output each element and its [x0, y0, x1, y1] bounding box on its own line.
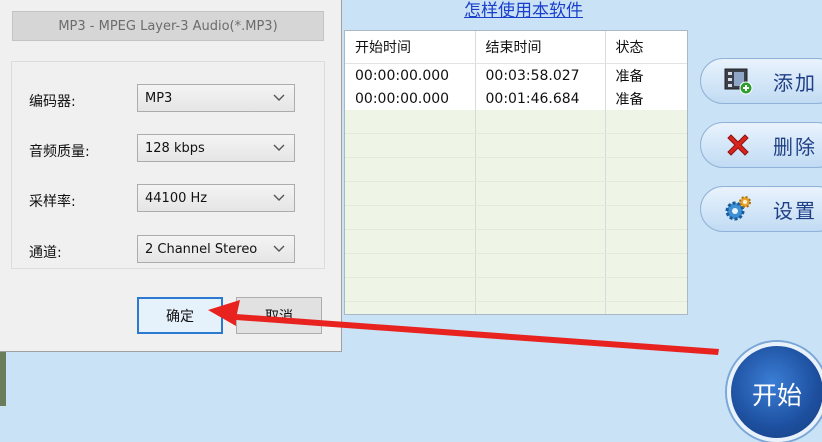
delete-button-label: 删除: [773, 134, 817, 159]
audio-quality-value: 128 kbps: [145, 140, 205, 156]
ok-button[interactable]: 确定: [137, 297, 223, 334]
gear-settings-icon: [721, 194, 755, 224]
background-edge: [0, 350, 6, 406]
empty-row: [345, 301, 687, 314]
settings-button[interactable]: 设置: [700, 186, 822, 232]
chevron-down-icon: [273, 94, 285, 101]
empty-row: [345, 133, 687, 158]
sample-rate-value: 44100 Hz: [145, 190, 208, 206]
empty-row: [345, 277, 687, 302]
sample-rate-label: 采样率:: [29, 194, 76, 210]
empty-row: [345, 253, 687, 278]
empty-row: [345, 181, 687, 206]
output-format-field: MP3 - MPEG Layer-3 Audio(*.MP3): [12, 11, 324, 41]
delete-button[interactable]: 删除: [700, 122, 822, 168]
film-add-icon: [721, 66, 755, 96]
empty-row: [345, 157, 687, 182]
audio-quality-select[interactable]: 128 kbps: [137, 134, 295, 162]
empty-row: [345, 205, 687, 230]
table-row[interactable]: 00:00:00.000 00:03:58.027 准备: [345, 63, 687, 87]
cell-start-time: 00:00:00.000: [345, 87, 476, 110]
encoder-value: MP3: [145, 90, 173, 106]
cell-start-time: 00:00:00.000: [345, 63, 476, 87]
help-link[interactable]: 怎样使用本软件: [464, 0, 583, 21]
cell-status: 准备: [605, 63, 687, 87]
settings-button-label: 设置: [773, 198, 817, 223]
cell-end-time: 00:03:58.027: [475, 63, 606, 87]
table-row[interactable]: 00:00:00.000 00:01:46.684 准备: [345, 87, 687, 110]
file-list-table: 开始时间 结束时间 状态 00:00:00.000 00:03:58.027 准…: [344, 30, 688, 315]
audio-settings-dialog: MP3 - MPEG Layer-3 Audio(*.MP3) 编码器: MP3…: [0, 0, 342, 352]
column-header-status[interactable]: 状态: [605, 31, 687, 64]
cell-end-time: 00:01:46.684: [475, 87, 606, 110]
encoder-label: 编码器:: [29, 94, 76, 110]
chevron-down-icon: [273, 245, 285, 252]
empty-row: [345, 229, 687, 254]
encoder-select[interactable]: MP3: [137, 84, 295, 112]
add-button[interactable]: 添加: [700, 58, 822, 104]
add-button-label: 添加: [773, 70, 817, 95]
channel-select[interactable]: 2 Channel Stereo: [137, 235, 295, 263]
column-header-start-time[interactable]: 开始时间: [345, 31, 476, 64]
empty-row: [345, 110, 687, 134]
sample-rate-select[interactable]: 44100 Hz: [137, 184, 295, 212]
start-button[interactable]: 开始: [727, 342, 822, 442]
chevron-down-icon: [273, 194, 285, 201]
audio-quality-label: 音频质量:: [29, 144, 90, 160]
table-header-row: 开始时间 结束时间 状态: [345, 31, 687, 64]
chevron-down-icon: [273, 144, 285, 151]
channel-label: 通道:: [29, 245, 62, 261]
delete-x-icon: [721, 130, 755, 160]
cancel-button[interactable]: 取消: [236, 297, 322, 334]
column-header-end-time[interactable]: 结束时间: [475, 31, 606, 64]
channel-value: 2 Channel Stereo: [145, 241, 258, 257]
start-button-label: 开始: [751, 381, 802, 410]
cell-status: 准备: [605, 87, 687, 110]
